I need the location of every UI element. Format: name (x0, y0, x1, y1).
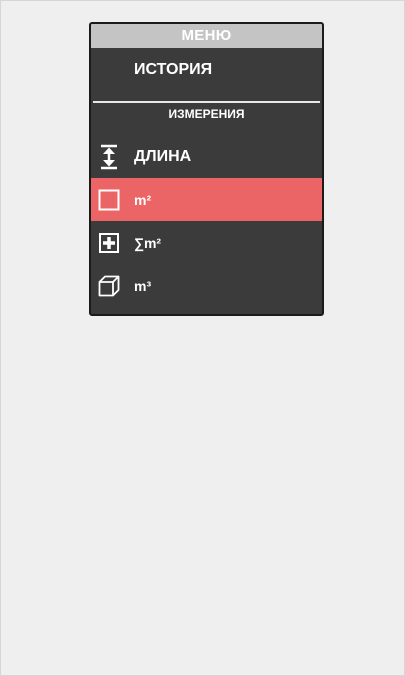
menu-item-label: ДЛИНА (134, 147, 192, 165)
length-arrows-icon (97, 144, 121, 169)
menu-item-label: m² (134, 191, 152, 208)
cube-icon (97, 274, 121, 298)
menu-item-label: ∑m² (134, 234, 162, 251)
section-title-measurements: ИЗМЕРЕНИЯ (168, 107, 245, 121)
square-icon (97, 188, 121, 212)
menu-item-volume[interactable]: m³ (91, 264, 322, 307)
menu-title: МЕНЮ (91, 24, 322, 48)
plus-box-icon (97, 231, 121, 255)
menu-item-label: m³ (134, 277, 152, 294)
menu-item-area-sum[interactable]: ∑m² (91, 221, 322, 264)
history-item[interactable]: ИСТОРИЯ (91, 48, 322, 92)
menu-item-length[interactable]: ДЛИНА (91, 135, 322, 178)
menu-item-area[interactable]: m² (91, 178, 322, 221)
menu-panel: МЕНЮ ИСТОРИЯ ИЗМЕРЕНИЯ ДЛИНА m² ∑m² m³ (89, 22, 324, 316)
